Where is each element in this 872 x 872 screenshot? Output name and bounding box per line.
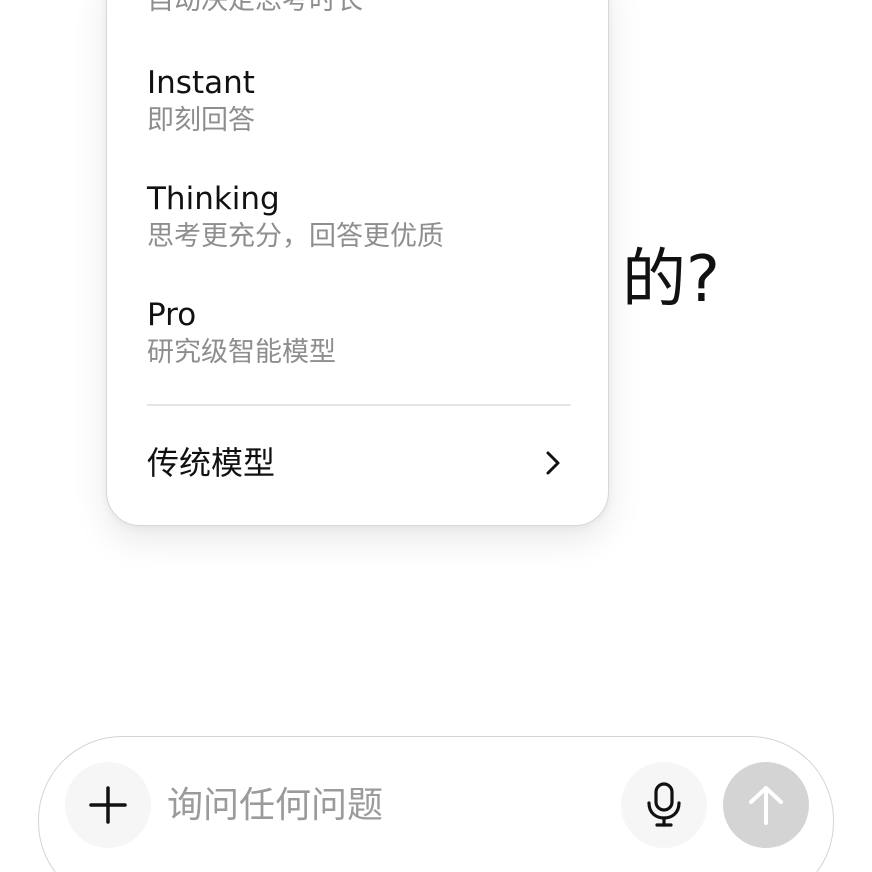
menu-item-thinking-title: Thinking <box>147 181 280 217</box>
menu-item-pro[interactable]: Pro 研究级智能模型 <box>147 295 571 371</box>
message-input[interactable] <box>167 777 607 833</box>
menu-item-pro-title: Pro <box>147 297 197 333</box>
chevron-right-icon <box>546 451 560 475</box>
add-attachment-button[interactable] <box>65 762 151 848</box>
menu-item-legacy-models[interactable]: 传统模型 <box>147 441 571 485</box>
menu-item-auto[interactable]: 自动决定思考时长 <box>147 0 571 19</box>
menu-item-auto-desc: 自动决定思考时长 <box>147 0 363 16</box>
menu-item-pro-desc: 研究级智能模型 <box>147 337 336 368</box>
menu-item-thinking[interactable]: Thinking 思考更充分，回答更优质 <box>147 179 571 255</box>
menu-item-thinking-desc: 思考更充分，回答更优质 <box>147 221 444 252</box>
model-selector-menu: 自动决定思考时长 Instant 即刻回答 Thinking 思考更充分，回答更… <box>106 0 609 526</box>
chat-screen: 的? 自动决定思考时长 Instant 即刻回答 Thinking 思考更充分，… <box>0 0 872 872</box>
plus-icon <box>89 786 127 824</box>
menu-divider <box>147 404 571 406</box>
legacy-models-label: 传统模型 <box>147 444 276 482</box>
menu-item-instant-title: Instant <box>147 65 255 101</box>
menu-item-instant-desc: 即刻回答 <box>147 105 255 136</box>
menu-item-instant[interactable]: Instant 即刻回答 <box>147 63 571 139</box>
microphone-icon <box>647 782 681 827</box>
composer-bar <box>38 736 834 872</box>
voice-input-button[interactable] <box>621 762 707 848</box>
arrow-up-icon <box>749 786 783 825</box>
send-button[interactable] <box>723 762 809 848</box>
